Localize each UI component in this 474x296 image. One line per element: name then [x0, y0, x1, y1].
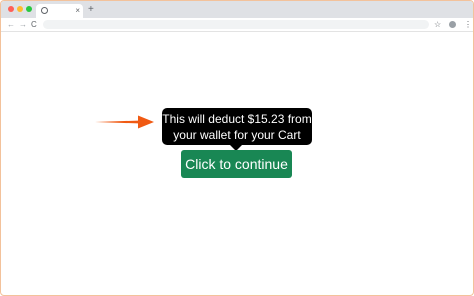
back-icon[interactable]: ← [7, 19, 15, 30]
tab-strip: × + [1, 1, 473, 18]
browser-window: × + ← → C ☆ ⋮ This will deduct $15.23 fr… [0, 0, 474, 296]
minimize-window-icon[interactable] [17, 6, 23, 12]
reload-icon[interactable]: C [31, 19, 37, 30]
continue-button[interactable]: Click to continue [181, 150, 292, 178]
tooltip-line-1: This will deduct $15.23 from [162, 112, 312, 126]
browser-menu-icon[interactable]: ⋮ [464, 19, 472, 30]
bookmark-star-icon[interactable]: ☆ [434, 19, 441, 30]
tooltip: This will deduct $15.23 from your wallet… [162, 108, 312, 145]
forward-icon[interactable]: → [19, 19, 27, 30]
tooltip-line-2: your wallet for your Cart [173, 128, 301, 142]
address-bar[interactable] [43, 20, 429, 29]
maximize-window-icon[interactable] [26, 6, 32, 12]
close-window-icon[interactable] [8, 6, 14, 12]
new-tab-button[interactable]: + [88, 4, 94, 16]
profile-avatar-icon[interactable] [449, 21, 456, 28]
globe-icon [41, 7, 48, 14]
browser-tab[interactable]: × [36, 4, 83, 18]
pointer-arrow-icon [95, 115, 154, 129]
browser-toolbar: ← → C ☆ ⋮ [1, 18, 473, 32]
close-tab-icon[interactable]: × [75, 5, 80, 17]
